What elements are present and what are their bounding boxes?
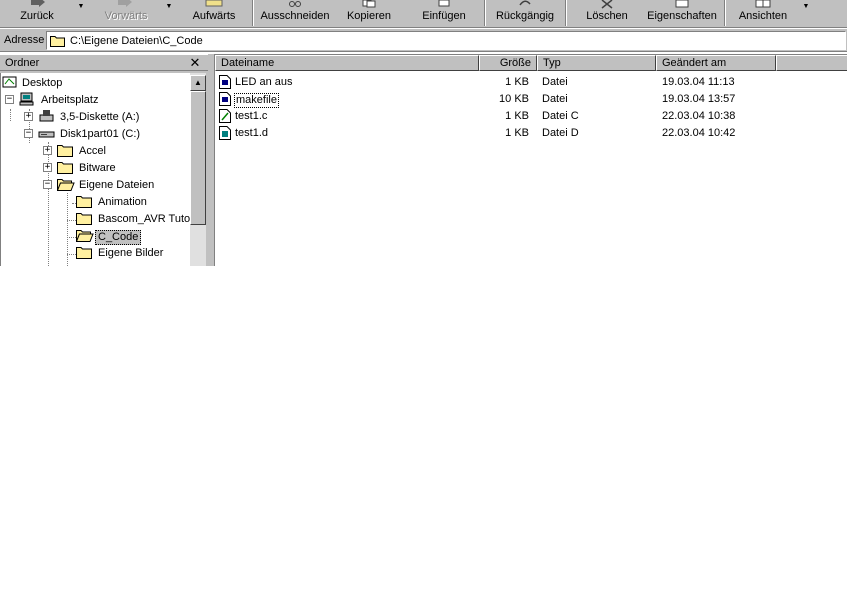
up-button[interactable]: Aufwärts (182, 0, 246, 27)
toolbar-separator (484, 0, 486, 26)
tree-scrollbar[interactable]: ▲ (190, 73, 206, 266)
folder-icon (50, 34, 66, 50)
forward-button[interactable]: Vorwärts (92, 0, 160, 27)
folder-icon (76, 245, 93, 263)
tree-item-accel[interactable]: + Accel (1, 143, 190, 160)
file-type: Datei C (542, 110, 579, 122)
folder-open-icon (56, 177, 75, 195)
file-row[interactable]: LED an aus 1 KB Datei 19.03.04 11:13 (215, 74, 847, 91)
address-value: C:\Eigene Dateien\C_Code (70, 35, 203, 47)
folder-pane-header: Ordner ✕ (0, 54, 208, 71)
toolbar: Zurück ▼ Vorwärts ▼ Aufwärts Ausschneide… (0, 0, 847, 28)
file-row[interactable]: makefile 10 KB Datei 19.03.04 13:57 (215, 91, 847, 108)
folder-pane-title: Ordner (5, 57, 40, 69)
generic-file-icon (219, 92, 231, 109)
address-input[interactable]: C:\Eigene Dateien\C_Code (46, 31, 846, 50)
collapse-icon[interactable]: − (5, 95, 14, 104)
copy-button[interactable]: Kopieren (338, 0, 400, 27)
folder-icon (57, 160, 74, 178)
delete-button[interactable]: Löschen (575, 0, 639, 27)
forward-dropdown-arrow-icon[interactable]: ▼ (165, 3, 173, 10)
tree-item-bascom-avr-tutor[interactable]: Bascom_AVR Tutor (1, 211, 190, 228)
file-modified: 19.03.04 13:57 (662, 93, 736, 105)
file-size: 1 KB (505, 127, 529, 139)
tree-item-desktop[interactable]: Desktop (1, 75, 190, 92)
file-type: Datei D (542, 127, 579, 139)
toolbar-separator (724, 0, 726, 26)
tree-item-eigene-dateien[interactable]: − Eigene Dateien (1, 177, 190, 194)
expand-icon[interactable]: + (43, 163, 52, 172)
tree-item-animation[interactable]: Animation (1, 194, 190, 211)
file-name: test1.d (235, 127, 269, 139)
file-row[interactable]: test1.d 1 KB Datei D 22.03.04 10:42 (215, 125, 847, 142)
properties-button[interactable]: Eigenschaften (644, 0, 720, 27)
address-bar: Adresse C:\Eigene Dateien\C_Code (0, 28, 847, 52)
folder-icon (76, 211, 93, 229)
file-row[interactable]: test1.c 1 KB Datei C 22.03.04 10:38 (215, 108, 847, 125)
file-name: LED an aus (235, 76, 293, 88)
folder-icon (57, 143, 74, 161)
file-modified: 19.03.04 11:13 (662, 76, 735, 88)
tree-item-c-code[interactable]: C_Code (1, 228, 190, 245)
tree-item-bitware[interactable]: + Bitware (1, 160, 190, 177)
column-header-name[interactable]: Dateiname (215, 55, 479, 71)
floppy-drive-icon (38, 109, 56, 127)
file-size: 1 KB (505, 76, 529, 88)
column-header-type[interactable]: Typ (537, 55, 656, 71)
file-size: 1 KB (505, 110, 529, 122)
d-file-icon (219, 126, 231, 143)
back-dropdown-arrow-icon[interactable]: ▼ (77, 3, 85, 10)
cut-button[interactable]: Ausschneiden (256, 0, 334, 27)
paste-button[interactable]: Einfügen (412, 0, 476, 27)
generic-file-icon (219, 75, 231, 92)
views-button[interactable]: Ansichten (730, 0, 796, 27)
address-label: Adresse (4, 34, 45, 46)
back-button[interactable]: Zurück (2, 0, 72, 27)
file-name: makefile (234, 93, 279, 108)
computer-icon (19, 92, 35, 110)
collapse-icon[interactable]: − (24, 129, 33, 138)
file-size: 10 KB (499, 93, 529, 105)
toolbar-separator (565, 0, 567, 26)
toolbar-separator (252, 0, 254, 26)
folder-tree: Desktop − Arbeitsplatz + 3,5-Diskette (A… (0, 73, 190, 266)
scrollbar-thumb[interactable] (190, 91, 206, 225)
folder-icon (76, 194, 93, 212)
file-type: Datei (542, 76, 568, 88)
folder-open-icon (75, 228, 94, 246)
expand-icon[interactable]: + (24, 112, 33, 121)
file-modified: 22.03.04 10:38 (662, 110, 736, 122)
column-header-size[interactable]: Größe (479, 55, 537, 71)
scroll-up-arrow-icon[interactable]: ▲ (190, 75, 206, 91)
file-type: Datei (542, 93, 568, 105)
collapse-icon[interactable]: − (43, 180, 52, 189)
close-icon[interactable]: ✕ (189, 56, 201, 69)
c-source-file-icon (219, 109, 231, 126)
tree-item-disk-c[interactable]: − Disk1part01 (C:) (1, 126, 190, 143)
tree-item-diskette[interactable]: + 3,5-Diskette (A:) (1, 109, 190, 126)
expand-icon[interactable]: + (43, 146, 52, 155)
column-header-filler (776, 55, 847, 71)
folder-pane: Ordner ✕ Desktop − Arbeitsplatz + 3,5-Di… (0, 54, 208, 266)
tree-item-arbeitsplatz[interactable]: − Arbeitsplatz (1, 92, 190, 109)
views-dropdown-arrow-icon[interactable]: ▼ (802, 3, 810, 10)
file-name: test1.c (235, 110, 268, 122)
tree-item-eigene-bilder[interactable]: Eigene Bilder (1, 245, 190, 262)
file-modified: 22.03.04 10:42 (662, 127, 736, 139)
undo-button[interactable]: Rückgängig (490, 0, 560, 27)
column-header-modified[interactable]: Geändert am (656, 55, 776, 71)
hard-drive-icon (38, 126, 56, 144)
list-header: Dateiname Größe Typ Geändert am (215, 55, 847, 71)
file-list: Dateiname Größe Typ Geändert am LED an a… (214, 54, 847, 266)
desktop-icon (2, 75, 18, 93)
